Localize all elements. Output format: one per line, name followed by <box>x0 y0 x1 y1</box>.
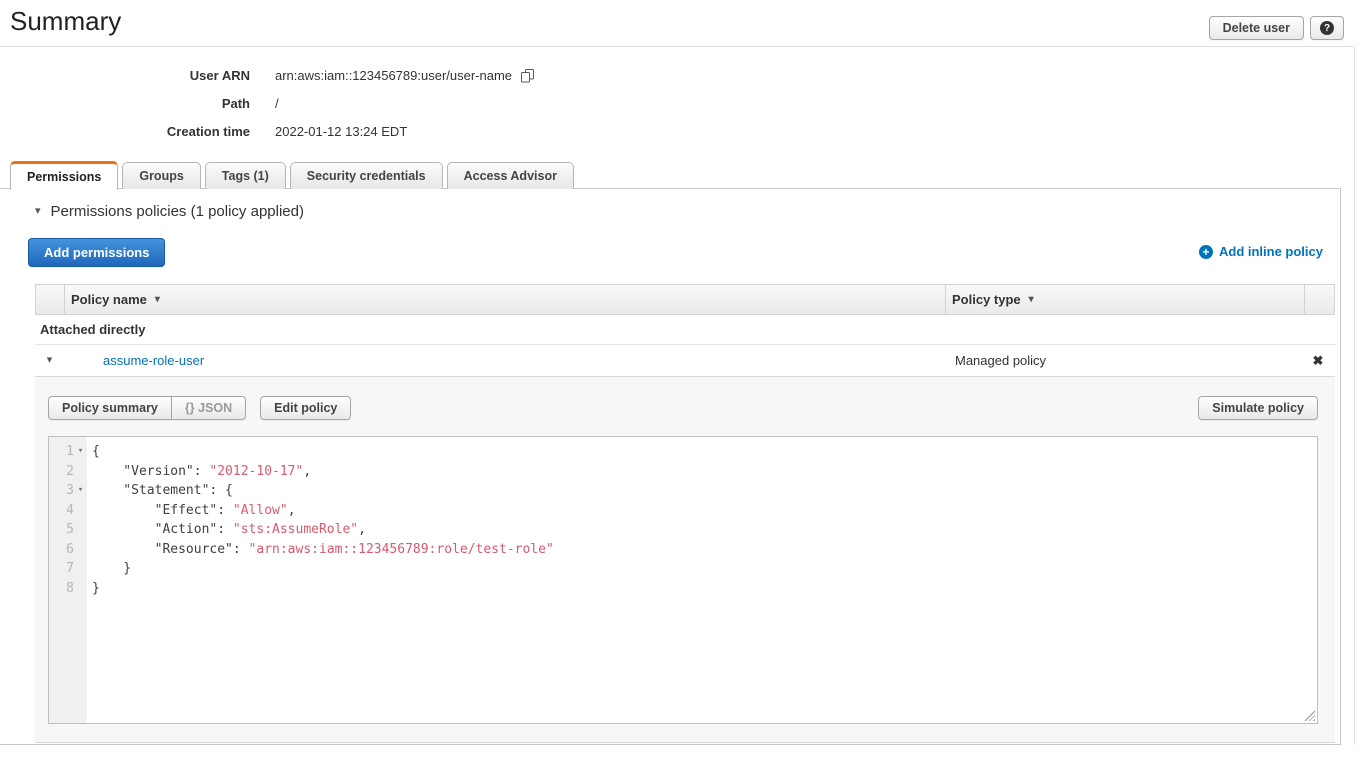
add-inline-policy-label: Add inline policy <box>1219 244 1323 259</box>
section-title: Permissions policies (1 policy applied) <box>51 203 304 220</box>
help-button[interactable]: ? <box>1310 16 1344 40</box>
help-icon: ? <box>1320 21 1334 35</box>
expand-row-icon: ▾ <box>47 355 53 366</box>
path-label: Path <box>0 96 250 111</box>
remove-policy-icon[interactable]: ✖ <box>1313 353 1324 369</box>
editor-resize-handle[interactable] <box>1304 710 1315 721</box>
editor-code-line[interactable]: "Version": "2012-10-17", <box>87 462 311 482</box>
fold-arrow-icon[interactable]: ▾ <box>74 481 87 501</box>
policy-type-value: Managed policy <box>945 353 1304 368</box>
add-permissions-button[interactable]: Add permissions <box>28 238 165 267</box>
json-view-button[interactable]: {} JSON <box>171 396 246 420</box>
fold-arrow-icon[interactable]: ▾ <box>74 442 87 462</box>
editor-line: 5 "Action": "sts:AssumeRole", <box>49 520 1317 540</box>
detail-row-creation-time: Creation time 2022-01-12 13:24 EDT <box>0 117 535 145</box>
plus-circle-icon: + <box>1199 245 1213 259</box>
editor-line: 3▾ "Statement": { <box>49 481 1317 501</box>
editor-code-line[interactable]: } <box>87 579 100 599</box>
path-value: / <box>275 96 279 111</box>
editor-line-number: 1▾ <box>49 442 87 462</box>
simulate-policy-button[interactable]: Simulate policy <box>1198 396 1318 420</box>
editor-line: 2 "Version": "2012-10-17", <box>49 462 1317 482</box>
header-actions: Delete user ? <box>1209 16 1344 40</box>
policy-name-link[interactable]: assume-role-user <box>103 353 204 368</box>
editor-line: 7 } <box>49 559 1317 579</box>
detail-row-user-arn: User ARN arn:aws:iam::123456789:user/use… <box>0 61 535 89</box>
permissions-tab-panel: ▾ Permissions policies (1 policy applied… <box>0 188 1341 745</box>
editor-code-line[interactable]: } <box>87 559 131 579</box>
editor-line: 1▾{ <box>49 442 1317 462</box>
edit-policy-button[interactable]: Edit policy <box>260 396 351 420</box>
delete-user-button[interactable]: Delete user <box>1209 16 1304 40</box>
user-arn-value: arn:aws:iam::123456789:user/user-name <box>275 68 512 83</box>
sort-arrow-icon: ▾ <box>1029 294 1034 305</box>
editor-line: 6 "Resource": "arn:aws:iam::123456789:ro… <box>49 540 1317 560</box>
expand-column-header <box>36 285 65 314</box>
json-policy-editor[interactable]: 1▾{2 "Version": "2012-10-17",3▾ "Stateme… <box>48 436 1318 724</box>
content-right-rule <box>1354 47 1355 745</box>
policy-view-toggle: Policy summary {} JSON <box>48 396 246 420</box>
editor-code-line[interactable]: "Statement": { <box>87 481 233 501</box>
tab-groups[interactable]: Groups <box>122 162 200 189</box>
editor-line-number: 6 <box>49 540 87 560</box>
policy-name-column-header[interactable]: Policy name ▾ <box>65 285 946 314</box>
permissions-policies-section-header[interactable]: ▾ Permissions policies (1 policy applied… <box>35 203 304 220</box>
editor-line-number: 4 <box>49 501 87 521</box>
editor-line: 8} <box>49 579 1317 599</box>
attached-directly-group-row: Attached directly <box>35 315 1335 345</box>
editor-line-number: 3▾ <box>49 481 87 501</box>
policy-detail-expanded: Policy summary {} JSON Edit policy Simul… <box>35 377 1335 743</box>
editor-line-number: 5 <box>49 520 87 540</box>
copy-icon[interactable] <box>520 68 535 83</box>
editor-code-line[interactable]: { <box>87 442 100 462</box>
page-header: Summary Delete user ? <box>0 0 1354 47</box>
section-collapse-icon: ▾ <box>35 206 41 217</box>
expand-row-arrow[interactable]: ▾ <box>35 355 64 366</box>
tab-security-credentials[interactable]: Security credentials <box>290 162 443 189</box>
tab-bar: Permissions Groups Tags (1) Security cre… <box>10 161 574 189</box>
editor-line-number: 8 <box>49 579 87 599</box>
add-inline-policy-link[interactable]: + Add inline policy <box>1199 244 1323 259</box>
policy-type-column-header[interactable]: Policy type ▾ <box>946 285 1305 314</box>
policies-table: Policy name ▾ Policy type ▾ Attached dir… <box>35 284 1335 743</box>
policy-views-bar: Policy summary {} JSON Edit policy <box>48 396 351 420</box>
table-header-row: Policy name ▾ Policy type ▾ <box>35 284 1335 315</box>
tab-permissions[interactable]: Permissions <box>10 161 118 190</box>
creation-time-label: Creation time <box>0 124 250 139</box>
editor-code-line[interactable]: "Effect": "Allow", <box>87 501 296 521</box>
policy-summary-button[interactable]: Policy summary <box>48 396 172 420</box>
editor-code-line[interactable]: "Action": "sts:AssumeRole", <box>87 520 366 540</box>
sort-arrow-icon: ▾ <box>155 294 160 305</box>
json-editor-lines: 1▾{2 "Version": "2012-10-17",3▾ "Stateme… <box>49 442 1317 598</box>
actions-column-header <box>1305 285 1333 314</box>
user-arn-label: User ARN <box>0 68 250 83</box>
creation-time-value: 2022-01-12 13:24 EDT <box>275 124 407 139</box>
editor-line: 4 "Effect": "Allow", <box>49 501 1317 521</box>
page-title: Summary <box>10 6 121 37</box>
policy-table-row: ▾ assume-role-user Managed policy ✖ <box>35 345 1335 377</box>
tab-tags[interactable]: Tags (1) <box>205 162 286 189</box>
detail-row-path: Path / <box>0 89 535 117</box>
editor-line-number: 7 <box>49 559 87 579</box>
editor-code-line[interactable]: "Resource": "arn:aws:iam::123456789:role… <box>87 540 554 560</box>
tab-access-advisor[interactable]: Access Advisor <box>447 162 574 189</box>
user-details: User ARN arn:aws:iam::123456789:user/use… <box>0 61 535 145</box>
editor-line-number: 2 <box>49 462 87 482</box>
